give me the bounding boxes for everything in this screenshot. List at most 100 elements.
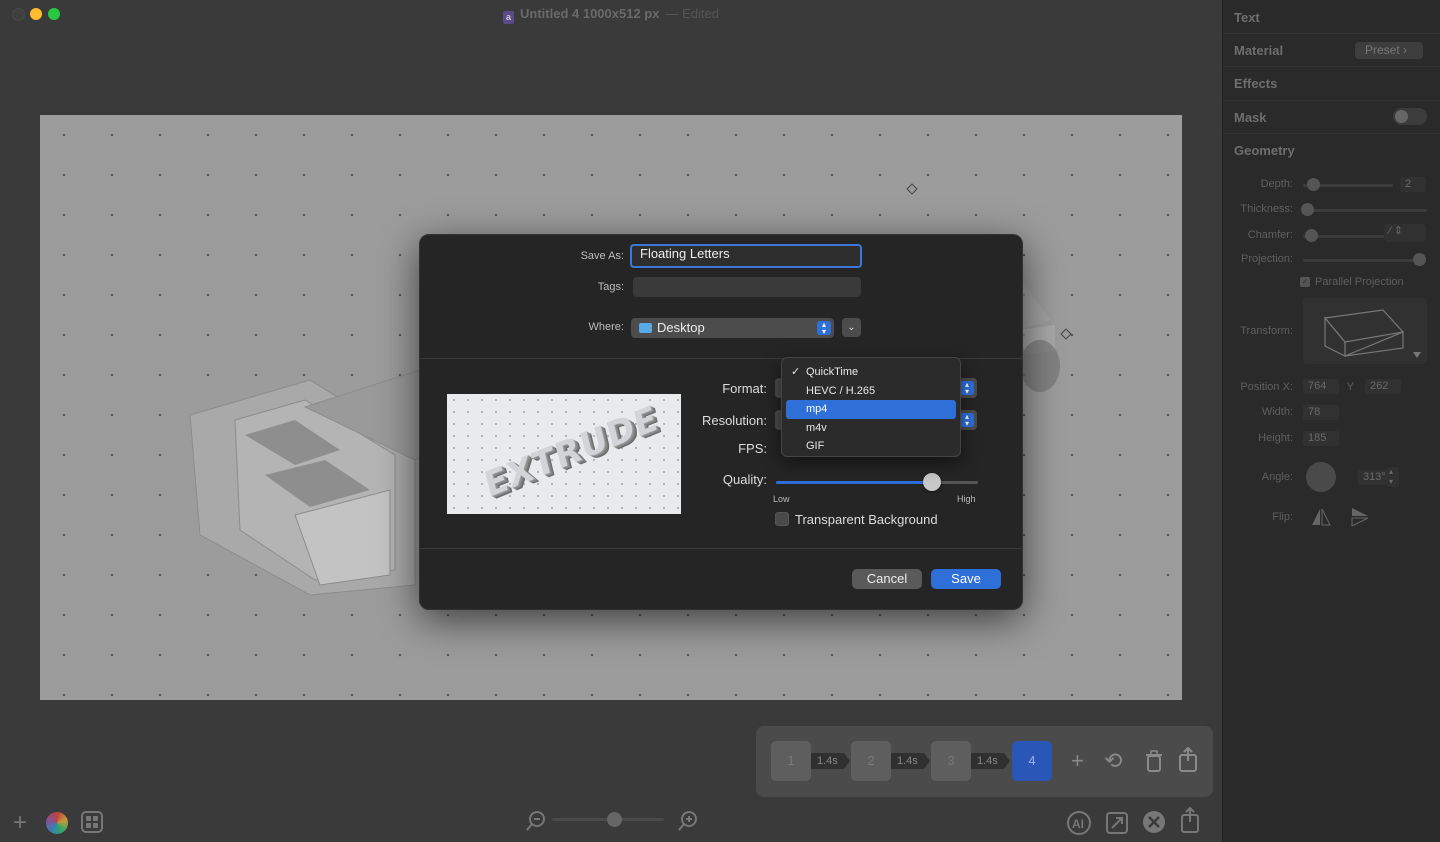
frame-1[interactable]: 1 <box>771 741 811 781</box>
tags-field[interactable] <box>633 277 861 297</box>
chevron-updown-icon: ▴ ▾ <box>960 413 974 428</box>
frame-2[interactable]: 2 <box>851 741 891 781</box>
thickness-slider[interactable] <box>1303 209 1427 212</box>
color-wheel-icon[interactable] <box>46 812 68 834</box>
chevron-updown-icon: ▴ ▾ <box>960 381 974 396</box>
quality-low-label: Low <box>773 494 790 504</box>
cube-icon <box>1323 309 1421 358</box>
section-effects[interactable]: Effects <box>1234 76 1277 91</box>
preset-label: Preset <box>1365 43 1400 57</box>
thickness-slider-knob[interactable] <box>1301 203 1314 216</box>
angle-field[interactable]: 313° <box>1358 470 1388 485</box>
add-frame-icon[interactable]: + <box>1071 748 1084 774</box>
menu-item-label: QuickTime <box>806 366 859 378</box>
width-field[interactable]: 78 <box>1303 405 1339 420</box>
cancel-button[interactable]: Cancel <box>852 569 922 589</box>
projection-label: Projection: <box>1241 253 1293 265</box>
resize-canvas-icon[interactable] <box>1105 811 1129 835</box>
height-label: Height: <box>1258 432 1293 444</box>
zoom-in-icon[interactable] <box>677 810 699 832</box>
zoom-slider-knob[interactable] <box>607 812 622 827</box>
trash-icon[interactable] <box>1144 750 1164 774</box>
y-label: Y <box>1346 381 1354 393</box>
export-preview: EXTRUDE <box>447 394 681 514</box>
format-label: Format: <box>722 381 767 396</box>
mask-toggle[interactable] <box>1393 108 1427 125</box>
loop-icon[interactable]: ⟲ <box>1104 748 1122 774</box>
divider <box>1223 133 1440 134</box>
menu-item-label: GIF <box>806 440 825 453</box>
divider <box>1223 33 1440 34</box>
section-mask[interactable]: Mask <box>1234 110 1267 125</box>
title-bar: a Untitled 4 1000x512 px — Edited <box>0 0 1222 28</box>
chamfer-label: Chamfer: <box>1247 229 1293 241</box>
tags-label: Tags: <box>597 281 624 293</box>
quality-slider-knob[interactable] <box>922 473 941 491</box>
section-text[interactable]: Text <box>1234 10 1260 25</box>
preview-artwork-text: EXTRUDE <box>480 397 663 507</box>
resolution-label: Resolution: <box>701 413 767 428</box>
height-field[interactable]: 185 <box>1303 431 1339 446</box>
svg-text:AI: AI <box>1072 817 1084 831</box>
projection-slider-knob[interactable] <box>1413 253 1426 266</box>
preset-button[interactable]: Preset › <box>1355 42 1423 59</box>
format-menu-item[interactable]: ✓ QuickTime <box>786 363 956 382</box>
format-menu-item[interactable]: GIF <box>786 437 956 456</box>
chamfer-shape-popup[interactable]: ⁄ ⇕ <box>1384 224 1426 242</box>
quality-slider[interactable] <box>776 473 978 491</box>
transform-widget[interactable] <box>1303 298 1427 364</box>
window-title: a Untitled 4 1000x512 px — Edited <box>0 6 1222 24</box>
frame-duration[interactable]: 1.4s <box>811 753 850 769</box>
where-popup[interactable]: Desktop ▴ ▾ <box>631 318 834 338</box>
frame-4[interactable]: 4 <box>1012 741 1052 781</box>
divider <box>420 548 1022 549</box>
frame-duration[interactable]: 1.4s <box>891 753 930 769</box>
quality-slider-fill <box>776 481 932 484</box>
angle-stepper[interactable]: ▴ ▾ <box>1387 467 1399 487</box>
section-material[interactable]: Material <box>1234 43 1283 58</box>
save-button[interactable]: Save <box>931 569 1001 589</box>
close-circle-icon[interactable] <box>1142 810 1166 834</box>
depth-slider-knob[interactable] <box>1307 178 1320 191</box>
share-icon[interactable] <box>1177 746 1199 774</box>
ai-icon[interactable]: AI <box>1066 810 1092 836</box>
depth-label: Depth: <box>1260 178 1293 190</box>
export-share-icon[interactable] <box>1179 806 1201 834</box>
frame-duration[interactable]: 1.4s <box>971 753 1010 769</box>
angle-dial[interactable] <box>1306 462 1336 492</box>
position-y-field[interactable]: 262 <box>1365 379 1401 394</box>
projection-slider[interactable] <box>1303 259 1425 262</box>
chevron-updown-icon: ▴ ▾ <box>817 321 831 336</box>
flip-label: Flip: <box>1272 511 1293 523</box>
frame-3[interactable]: 3 <box>931 741 971 781</box>
format-menu: ✓ QuickTime HEVC / H.265 mp4 m4v GIF <box>781 357 961 457</box>
add-object-icon[interactable]: + <box>13 809 27 837</box>
chevron-down-icon: ⌄ <box>847 322 856 333</box>
expand-dialog-button[interactable]: ⌄ <box>842 318 861 337</box>
library-grid-icon[interactable] <box>81 811 103 833</box>
save-as-field[interactable]: Floating Letters <box>630 244 862 268</box>
transparent-background-checkbox[interactable] <box>775 512 789 526</box>
checkmark-icon: ✓ <box>791 366 801 378</box>
save-as-label: Save As: <box>580 250 624 262</box>
rotation-handle[interactable] <box>1020 340 1060 392</box>
menu-item-label: mp4 <box>806 403 828 416</box>
divider <box>1223 100 1440 101</box>
angle-label: Angle: <box>1261 471 1293 483</box>
parallel-projection-checkbox[interactable]: ✓ <box>1300 277 1310 287</box>
parallel-projection-label: Parallel Projection <box>1315 276 1404 288</box>
section-geometry[interactable]: Geometry <box>1234 143 1295 158</box>
transparent-background-label: Transparent Background <box>795 512 938 527</box>
thickness-label: Thickness: <box>1240 203 1293 215</box>
format-menu-item[interactable]: m4v <box>786 419 956 438</box>
quality-high-label: High <box>957 494 976 504</box>
width-label: Width: <box>1261 406 1293 418</box>
export-dialog: Save As: Floating Letters Tags: Where: D… <box>419 234 1023 610</box>
format-menu-item[interactable]: mp4 <box>786 400 956 419</box>
format-menu-item[interactable]: HEVC / H.265 <box>786 382 956 401</box>
depth-value[interactable]: 2 <box>1400 177 1426 192</box>
flip-horizontal-icon[interactable] <box>1310 506 1332 528</box>
zoom-out-icon[interactable] <box>525 810 547 832</box>
flip-vertical-icon[interactable] <box>1349 506 1371 528</box>
chamfer-slider-knob[interactable] <box>1305 229 1318 242</box>
